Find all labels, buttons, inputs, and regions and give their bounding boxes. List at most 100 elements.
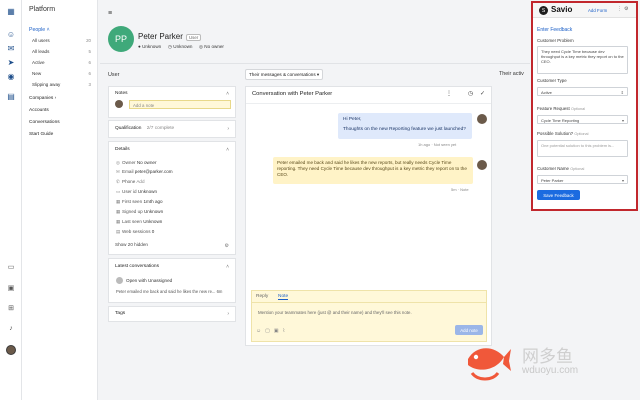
latest-title: Latest conversations (115, 264, 159, 269)
latest-preview[interactable]: Peter emailed me back and said he likes … (116, 289, 222, 294)
chevron-down-icon: ▾ (621, 177, 624, 183)
email-icon: ✉ (116, 169, 120, 174)
nav-count: 5 (88, 49, 91, 54)
detail-first-seen: ▦ First seen 1mth ago (116, 199, 163, 204)
nav-item-accounts[interactable]: Accounts (29, 108, 49, 113)
nav-sub-all-users[interactable]: All users (32, 38, 50, 43)
chevron-down-icon: ▾ (621, 117, 624, 123)
contact-name: Peter Parker (138, 32, 183, 41)
chevron-right-icon[interactable]: › (227, 126, 229, 132)
customer-name-select[interactable]: Peter Parker ▾ (537, 175, 628, 184)
chat-icon[interactable]: ▭ (5, 262, 17, 272)
detail-email: ✉ Email peter@parker.com (116, 169, 173, 174)
more-icon[interactable]: ⋮ (446, 90, 452, 97)
user-panel-heading: User (108, 72, 120, 78)
snooze-icon[interactable]: ◷ (468, 90, 473, 97)
possible-solution-textarea[interactable]: One potential solution to this problem i… (537, 140, 628, 157)
my-avatar[interactable] (6, 345, 16, 355)
tab-reply[interactable]: Reply (256, 294, 268, 299)
nav-sidebar: Platform People ˄ All users 20 All leads… (22, 0, 98, 400)
customer-type-select[interactable]: Active ⇕ (537, 87, 628, 96)
conversation-divider (246, 103, 491, 104)
note-meta: 5m · Note (451, 187, 469, 192)
their-activity-heading: Their activ (499, 71, 524, 77)
details-card: Details ˄ ⚙ (108, 141, 236, 255)
chevron-right-icon[interactable]: › (227, 311, 229, 317)
attachment-icon[interactable]: ⌇ (283, 328, 289, 334)
add-form-link[interactable]: Add Form (588, 8, 607, 13)
feature-request-select[interactable]: Cycle Time Reporting ▾ (537, 115, 628, 124)
enter-feedback-heading: Enter Feedback (537, 27, 573, 33)
gif-icon[interactable]: ▢ (265, 328, 274, 334)
nav-sub-slipping-away[interactable]: Slipping away (32, 82, 60, 87)
image-icon[interactable]: ▣ (274, 328, 283, 334)
latest-item[interactable]: Open with Unassigned (126, 278, 172, 283)
conversation-avatar (116, 277, 123, 284)
conversation-title: Conversation with Peter Parker (252, 91, 333, 97)
tab-note[interactable]: Note (278, 294, 289, 300)
nav-item-companies[interactable]: Companies › (29, 96, 56, 101)
problem-label: Customer Problem (537, 38, 574, 43)
nav-count: 3 (88, 82, 91, 87)
settings-icon[interactable]: ⚙ (225, 243, 229, 249)
note-author-avatar (477, 160, 487, 170)
outbound-icon[interactable]: ➤ (5, 57, 17, 67)
save-feedback-button[interactable]: Save Feedback (537, 190, 580, 200)
savio-menu-icon[interactable]: ⋮ (617, 6, 622, 12)
nav-sub-all-leads[interactable]: All leads (32, 49, 49, 54)
meta-owner[interactable]: ◎ No owner (199, 44, 224, 50)
outgoing-line-1: Hi Peter, (343, 117, 362, 122)
add-note-button[interactable]: Add note (455, 325, 483, 335)
composer-divider (251, 302, 487, 303)
notification-icon[interactable]: ♪ (5, 323, 17, 333)
detail-phone[interactable]: ✆ Phone Add (116, 179, 145, 185)
people-icon[interactable]: ☺ (5, 29, 17, 39)
chevron-up-icon[interactable]: ˄ (226, 264, 229, 270)
meta-time: ◷ Unknown (168, 44, 193, 49)
details-title: Details (115, 147, 130, 152)
note-composer-input[interactable]: Mention your teammates here (just @ and … (258, 310, 412, 315)
composer-toolbar[interactable]: ☺▢▣⌇ (256, 328, 289, 334)
contact-avatar: PP (108, 26, 134, 52)
customer-name-label: Customer Name Optional (537, 166, 585, 171)
chevron-down-icon: ▾ (316, 71, 320, 77)
nav-people[interactable]: People ˄ (29, 27, 50, 33)
messages-filter-dropdown[interactable]: Their messages & conversations ▾ (245, 69, 324, 80)
owner-icon: ◎ (116, 160, 121, 165)
icon-rail: ▦ ☺ ✉ ➤ ◉ ▤ ▭ ▣ ⊞ ♪ (0, 0, 22, 400)
customer-problem-textarea[interactable]: They need Cycle Time because dev through… (537, 46, 628, 74)
tags-card[interactable]: Tags › (108, 306, 236, 322)
book-icon[interactable]: ▤ (5, 91, 17, 101)
nav-item-conversations[interactable]: Conversations (29, 120, 60, 125)
menu-icon[interactable]: ≡ (108, 10, 112, 17)
watermark-url: wduoyu.com (522, 365, 579, 376)
show-hidden-link[interactable]: Show 20 hidden (115, 242, 148, 247)
calendar-icon: ▦ (116, 199, 121, 204)
savio-settings-icon[interactable]: ⚙ (624, 6, 628, 12)
note-author-avatar (115, 100, 123, 108)
app-logo-icon[interactable]: ▦ (5, 6, 17, 16)
grid-icon[interactable]: ⊞ (5, 303, 17, 313)
nav-item-start-guide[interactable]: Start Guide (29, 132, 53, 137)
calendar-icon: ▦ (116, 209, 121, 214)
nav-sub-new[interactable]: New (32, 71, 41, 76)
agent-avatar (477, 114, 487, 124)
notes-title: Notes (115, 91, 128, 96)
chevron-up-icon[interactable]: ˄ (226, 147, 229, 153)
pin-icon: ● (138, 44, 141, 49)
inbox-icon[interactable]: ✉ (5, 43, 17, 53)
signal-icon[interactable]: ◉ (5, 71, 17, 81)
detail-web-sessions: ▤ Web sessions 0 (116, 229, 155, 234)
nav-title: Platform (29, 6, 56, 13)
emoji-icon[interactable]: ☺ (256, 328, 265, 334)
qualification-card[interactable]: Qualification 2/7 complete › (108, 120, 236, 138)
check-icon[interactable]: ✓ (480, 90, 485, 97)
watermark-text: 网多鱼 (522, 347, 573, 367)
detail-owner: ◎ Owner No owner (116, 160, 157, 165)
nav-sub-active[interactable]: Active (32, 60, 45, 65)
updown-icon: ⇕ (620, 89, 624, 95)
apps-icon[interactable]: ▣ (5, 283, 17, 293)
note-input[interactable]: Add a note (129, 100, 231, 109)
outgoing-meta: 1h ago · Not seen yet (418, 142, 457, 147)
chevron-up-icon[interactable]: ˄ (226, 91, 229, 97)
